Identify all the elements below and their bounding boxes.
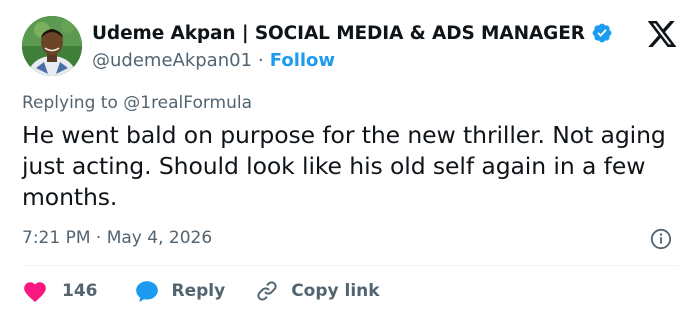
tweet-timestamp[interactable]: 7:21 PM · May 4, 2026 <box>22 228 212 248</box>
heart-icon <box>22 279 48 303</box>
reply-mention-link[interactable]: @1realFormula <box>123 93 252 113</box>
author-handle[interactable]: @udemeAkpan01 <box>92 50 252 71</box>
link-icon <box>255 279 279 303</box>
copy-link-label: Copy link <box>291 281 380 301</box>
like-button[interactable]: 146 <box>22 279 98 303</box>
tweet-text: He went bald on purpose for the new thri… <box>22 121 666 211</box>
like-count: 146 <box>62 281 98 301</box>
author-display-name[interactable]: Udeme Akpan | SOCIAL MEDIA & ADS MANAGER <box>92 23 585 44</box>
author-handle-row: @udemeAkpan01 · Follow <box>92 48 335 72</box>
reply-label: Reply <box>171 281 226 301</box>
reply-bubble-icon <box>134 279 160 303</box>
author-name-row: Udeme Akpan | SOCIAL MEDIA & ADS MANAGER <box>92 20 613 46</box>
reply-context-prefix: Replying to <box>22 93 118 113</box>
follow-button[interactable]: Follow <box>270 50 335 71</box>
avatar[interactable] <box>22 16 82 76</box>
avatar-image <box>22 16 82 76</box>
verified-badge-icon <box>591 22 613 44</box>
tweet-card: Udeme Akpan | SOCIAL MEDIA & ADS MANAGER… <box>0 0 700 318</box>
reply-button[interactable]: Reply <box>134 279 226 303</box>
info-icon[interactable] <box>650 228 672 250</box>
reply-context: Replying to @1realFormula <box>22 93 252 113</box>
x-logo-icon[interactable] <box>646 18 678 50</box>
separator-dot: · <box>258 49 264 71</box>
divider <box>22 265 678 266</box>
copy-link-button[interactable]: Copy link <box>255 279 380 303</box>
action-bar: 146 Reply Copy link <box>22 276 380 306</box>
